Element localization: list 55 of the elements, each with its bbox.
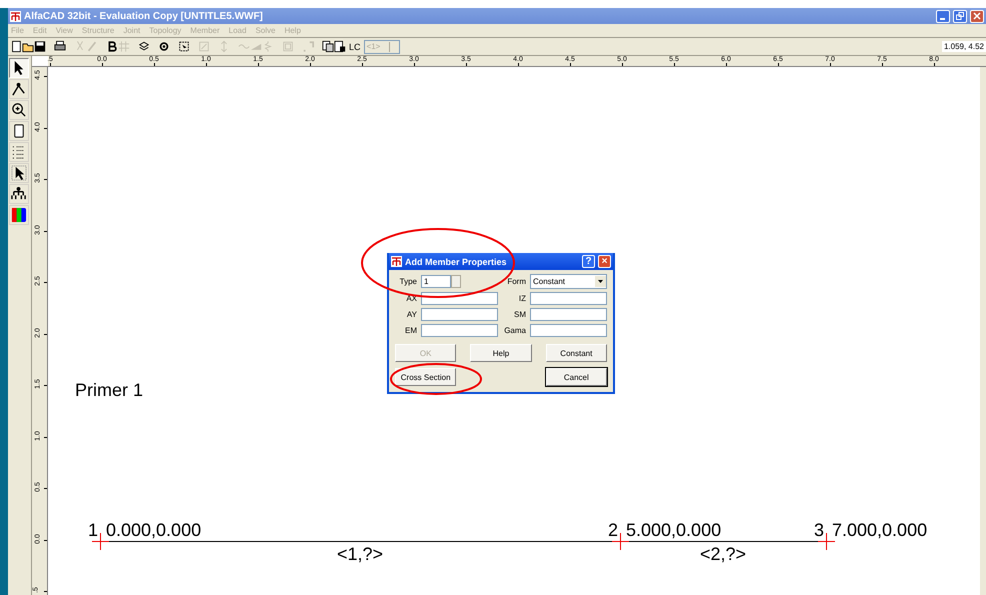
- app-icon: [10, 10, 21, 22]
- minimize-button[interactable]: [936, 10, 950, 22]
- load-case-label: LC: [349, 42, 361, 52]
- color-bars-icon: [11, 207, 27, 223]
- member-label: <2,?>: [700, 544, 746, 565]
- field-label: Gama: [503, 326, 526, 335]
- node-number: 2: [608, 520, 618, 541]
- field-label: Form: [506, 277, 526, 286]
- close-icon: [973, 12, 981, 20]
- node-coordinates: 0.000,0.000: [106, 520, 202, 541]
- input-field[interactable]: [421, 308, 498, 321]
- copy-icon[interactable]: [322, 40, 334, 53]
- field-label: EM: [404, 326, 417, 335]
- tree-icon: [11, 186, 27, 202]
- window-title: AlfaCAD 32bit - Evaluation Copy [UNTITLE5.WWF]: [24, 10, 264, 22]
- tool-button[interactable]: [9, 58, 29, 78]
- field-label: Type: [398, 277, 417, 286]
- zoom-icon: [11, 102, 27, 118]
- save-icon[interactable]: [34, 40, 46, 53]
- dialog-button[interactable]: Constant: [546, 344, 607, 362]
- dialog-button[interactable]: Cancel: [546, 368, 607, 386]
- input-field[interactable]: [421, 324, 498, 337]
- dialog-title: Add Member Properties: [405, 256, 508, 266]
- field-label: SM: [513, 310, 526, 319]
- help-button[interactable]: ?: [582, 255, 595, 268]
- node-number: 3: [814, 520, 824, 541]
- coordinates-readout: 1.059, 4.52: [942, 41, 986, 52]
- dialog-button[interactable]: Cross Section: [395, 368, 456, 386]
- restore-button[interactable]: [953, 10, 967, 22]
- node-number: 1: [88, 520, 98, 541]
- type-field[interactable]: 1: [421, 275, 451, 288]
- node-tool-icon: [11, 81, 27, 97]
- app-icon: [391, 256, 402, 267]
- printer-icon[interactable]: [54, 40, 66, 53]
- restore-icon: [956, 12, 964, 20]
- close-button[interactable]: [970, 10, 984, 22]
- form-dropdown[interactable]: Constant: [530, 274, 607, 289]
- dialog-button[interactable]: Help: [470, 344, 532, 362]
- member-label: <1,?>: [336, 544, 384, 565]
- select-box-icon[interactable]: [178, 40, 190, 53]
- node-coordinates: 7.000,0.000: [832, 520, 928, 541]
- bold-letter-icon[interactable]: [106, 40, 118, 53]
- node-coordinates: 5.000,0.000: [626, 520, 722, 541]
- field-label: AY: [406, 310, 417, 319]
- input-field[interactable]: [530, 292, 607, 305]
- caret-icon: [598, 280, 603, 283]
- field-label: IZ: [518, 294, 526, 303]
- drawing-title: Primer 1: [75, 380, 144, 401]
- select-pointer-icon: [11, 165, 27, 181]
- layers-icon[interactable]: [138, 40, 150, 53]
- new-file-icon[interactable]: [10, 40, 22, 53]
- close-button[interactable]: ×: [598, 255, 611, 268]
- input-field[interactable]: [530, 308, 607, 321]
- paste-icon[interactable]: [334, 40, 346, 53]
- input-field[interactable]: [530, 324, 607, 337]
